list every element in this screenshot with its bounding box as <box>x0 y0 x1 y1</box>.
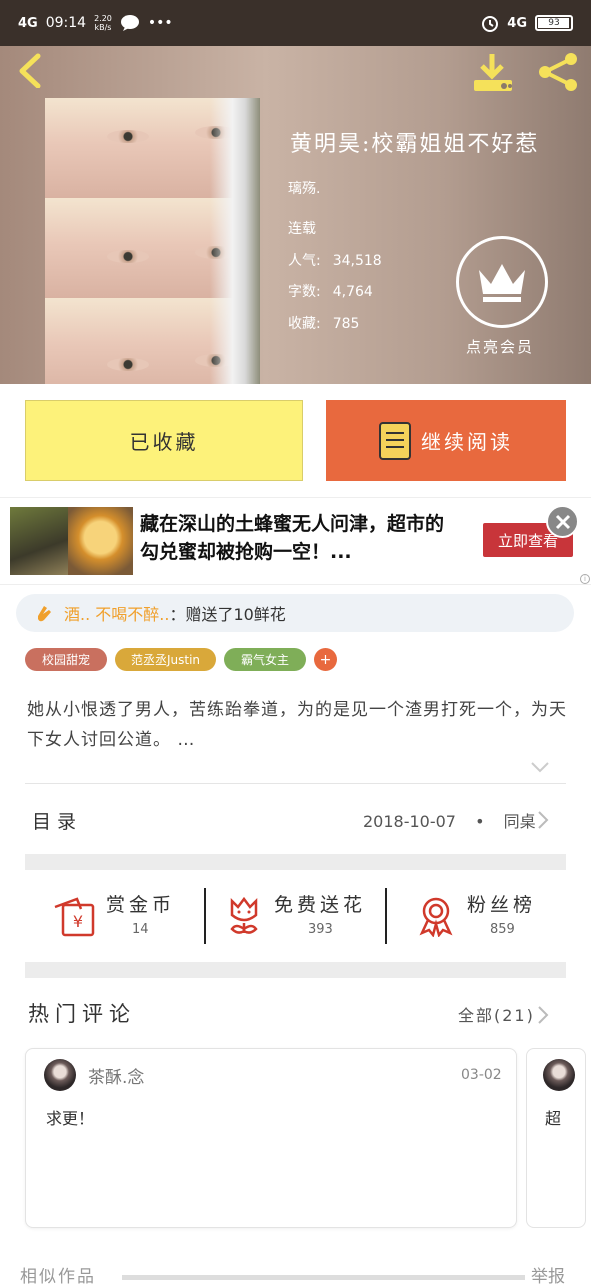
net-speed: 2.20 kB/s <box>94 14 112 32</box>
avatar[interactable] <box>44 1059 76 1091</box>
chevron-right-icon[interactable] <box>537 810 549 830</box>
tag-campus[interactable]: 校园甜宠 <box>25 648 107 671</box>
crown-icon <box>479 264 525 302</box>
coin-envelope-icon[interactable]: ¥ <box>53 895 97 937</box>
book-status: 连载 <box>288 221 316 237</box>
vip-button[interactable] <box>456 236 548 328</box>
fan-ranking-label[interactable]: 粉丝榜 <box>467 890 536 917</box>
close-icon[interactable] <box>546 505 579 538</box>
comment-card[interactable]: 茶酥.念 03-02 求更！ <box>25 1048 517 1228</box>
ad-image-forest <box>10 507 68 575</box>
book-favorites: 收藏: 785 <box>288 316 360 332</box>
chevron-right-icon[interactable] <box>537 1005 549 1025</box>
hand-clap-icon <box>38 606 51 622</box>
battery-icon: 93 <box>535 15 573 31</box>
comment-author[interactable]: 茶酥.念 <box>88 1063 144 1088</box>
tag-heroine[interactable]: 霸气女主 <box>224 648 306 671</box>
book-icon <box>379 421 411 460</box>
toc-label[interactable]: 目录 <box>32 807 82 834</box>
free-flower-label[interactable]: 免费送花 <box>274 890 366 917</box>
free-flower-value: 393 <box>308 922 333 937</box>
report-link[interactable]: 举报 <box>531 1262 565 1287</box>
share-icon[interactable] <box>535 50 581 94</box>
book-title: 黄明昊:校霸姐姐不好惹 <box>290 132 540 157</box>
avatar[interactable] <box>543 1059 575 1091</box>
horizontal-scrollbar[interactable] <box>122 1275 525 1280</box>
book-description: 她从小恨透了男人，苦练跆拳道，为的是见一个渣男打死一个，为天下女人讨回公道。 … <box>27 700 567 750</box>
collected-button[interactable]: 已收藏 <box>25 400 303 481</box>
book-author[interactable]: 璃殇. <box>288 178 320 198</box>
chat-notification-icon <box>120 15 139 31</box>
more-notifications-icon: ••• <box>147 15 173 31</box>
section-divider <box>25 962 566 978</box>
reward-coins-value: 14 <box>132 922 149 937</box>
comment-card[interactable]: 超 <box>526 1048 586 1228</box>
book-wordcount: 字数: 4,764 <box>288 284 373 300</box>
download-icon[interactable] <box>470 50 514 94</box>
ad-image-honey <box>68 507 133 575</box>
network-indicator: 4G <box>18 15 38 31</box>
gift-user[interactable]: 酒.. 不喝不醉.. <box>64 601 169 625</box>
chevron-down-icon[interactable] <box>530 760 550 774</box>
continue-reading-label: 继续阅读 <box>421 430 513 454</box>
status-bar: 4G 09:14 2.20 kB/s ••• 4G 93 <box>0 0 591 46</box>
tag-justin[interactable]: 范丞丞Justin <box>115 648 216 671</box>
comment-text: 求更！ <box>46 1109 95 1128</box>
divider <box>25 783 566 784</box>
flower-icon[interactable] <box>222 895 266 937</box>
svg-text:¥: ¥ <box>73 912 83 931</box>
book-cover[interactable] <box>45 98 260 384</box>
section-divider <box>25 854 566 870</box>
alarm-icon <box>482 16 499 32</box>
ribbon-medal-icon[interactable] <box>414 895 458 937</box>
toc-latest[interactable]: 2018-10-07 • 同桌 <box>363 808 536 832</box>
separator <box>204 888 206 944</box>
comment-text: 超 <box>545 1109 562 1128</box>
comment-date: 03-02 <box>461 1067 502 1083</box>
gift-action: ：赠送了10鲜花 <box>169 605 286 624</box>
fan-ranking-value: 859 <box>490 922 515 937</box>
back-icon[interactable] <box>14 52 50 88</box>
ad-text: 藏在深山的土蜂蜜无人问津，超市的勾兑蜜却被抢购一空！... <box>140 513 445 563</box>
continue-reading-button[interactable]: 继续阅读 <box>326 400 566 481</box>
vip-label[interactable]: 点亮会员 <box>466 336 534 357</box>
separator <box>385 888 387 944</box>
reward-coins-label[interactable]: 赏金币 <box>106 890 175 917</box>
book-header: 黄明昊:校霸姐姐不好惹 璃殇. 连载 人气: 34,518 字数: 4,764 收藏… <box>0 46 591 384</box>
all-comments-link[interactable]: 全部(21) <box>458 1002 535 1026</box>
book-popularity: 人气: 34,518 <box>288 253 382 269</box>
ad-info-icon[interactable]: i <box>580 574 590 584</box>
add-tag-button[interactable]: + <box>314 648 337 671</box>
network-indicator-right: 4G <box>507 15 527 31</box>
similar-works-label[interactable]: 相似作品 <box>20 1262 96 1287</box>
gift-notice: 酒.. 不喝不醉.. ：赠送了10鲜花 <box>16 594 574 632</box>
hot-comments-title: 热门评论 <box>28 1002 136 1026</box>
clock: 09:14 <box>45 15 87 31</box>
